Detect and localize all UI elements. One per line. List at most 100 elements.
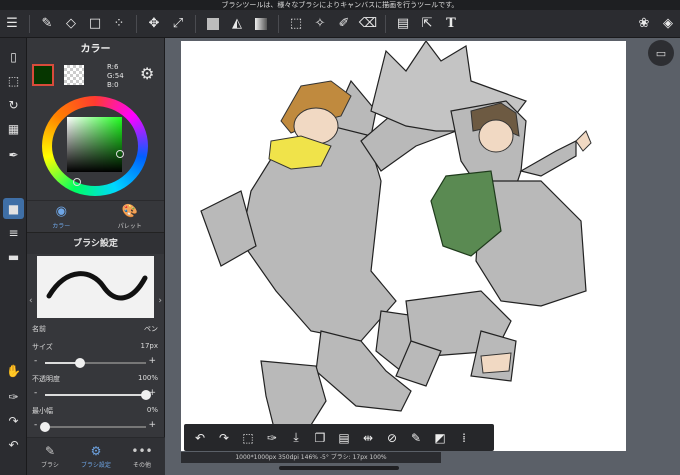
toolbar-divider <box>278 14 279 33</box>
prev-brush-arrow[interactable]: ‹ <box>29 296 33 306</box>
name-value[interactable]: ペン <box>144 324 158 334</box>
rgb-readout: R:6 G:54 B:0 <box>107 63 124 90</box>
saturation-value-square[interactable] <box>67 117 122 172</box>
select-brush-icon[interactable]: ⬚ <box>236 427 260 449</box>
magic-wand-icon[interactable]: ✧ <box>308 12 332 36</box>
copy-icon[interactable]: ❐ <box>308 427 332 449</box>
size-minus[interactable]: - <box>34 356 37 366</box>
tool-hint-bar: ブラシツールは、様々なブラシによりキャンバスに描画を行うツールです。 <box>0 0 680 10</box>
select-tool-icon[interactable]: ⬚ <box>284 12 308 36</box>
eraser-tool-icon[interactable]: ◇ <box>59 12 83 36</box>
select-eraser-icon[interactable]: ⌫ <box>356 12 380 36</box>
select-move-icon[interactable]: ⇱ <box>415 12 439 36</box>
opacity-slider[interactable]: - + <box>27 388 164 402</box>
toolbar-divider <box>385 14 386 33</box>
hand-icon[interactable]: ✋ <box>3 360 24 381</box>
min-width-knob[interactable] <box>40 422 50 432</box>
transform-tool-icon[interactable]: ⤢ <box>166 12 190 36</box>
undo-icon[interactable]: ↶ <box>3 434 24 455</box>
tab-brush[interactable]: ✎ ブラシ <box>27 438 73 475</box>
color-panel-title: カラー <box>80 44 111 55</box>
eyedropper-icon[interactable]: ✑ <box>3 386 24 407</box>
size-value: 17px <box>140 342 159 350</box>
grid-icon[interactable]: ⁞ <box>452 427 476 449</box>
right-buttons: ▭ <box>648 40 674 66</box>
min-width-row: 最小幅 0% <box>27 406 164 420</box>
bottom-toolbar: ↶ ↷ ⬚ ✑ ⤓ ❐ ▤ ⇹ ⊘ ✎ ◩ ⁞ <box>184 424 494 451</box>
undo-button-icon[interactable]: ↶ <box>188 427 212 449</box>
download-icon[interactable]: ⤓ <box>284 427 308 449</box>
status-bar: 1000*1000px 350dpi 146% -5° ブラシ: 17px 10… <box>181 452 441 463</box>
brush-list-icon[interactable]: ≡ <box>3 222 24 243</box>
min-width-minus[interactable]: - <box>34 420 37 430</box>
layers-icon[interactable]: ◈ <box>656 12 680 36</box>
tab-color[interactable]: ◉ カラー <box>27 201 96 232</box>
flip-icon[interactable]: ⇹ <box>356 427 380 449</box>
brush-tool-icon[interactable]: ✎ <box>35 12 59 36</box>
bottom-tabs: ✎ ブラシ ⚙ ブラシ設定 ••• その他 <box>27 437 165 475</box>
next-brush-arrow[interactable]: › <box>158 296 162 306</box>
move-tool-icon[interactable]: ✥ <box>142 12 166 36</box>
opacity-label: 不透明度 <box>32 375 60 383</box>
rotate-lock-icon[interactable]: ⊘ <box>380 427 404 449</box>
b-value: B:0 <box>107 81 119 89</box>
size-slider[interactable]: - + <box>27 356 164 370</box>
top-toolbar: ☰ ✎ ◇ □ ⁘ ✥ ⤢ ◭ ⬚ ✧ ✐ ⌫ ▤ ⇱ T ❀ ◈ <box>0 10 680 38</box>
eyedrop-icon[interactable]: ✑ <box>260 427 284 449</box>
name-label: 名前 <box>32 325 46 333</box>
tab-brush-settings[interactable]: ⚙ ブラシ設定 <box>73 438 119 475</box>
redo-button-icon[interactable]: ↷ <box>212 427 236 449</box>
page-icon[interactable]: ▯ <box>3 46 24 67</box>
rect-tool-icon[interactable]: □ <box>83 12 107 36</box>
color-panel-icon[interactable]: ■ <box>3 198 24 219</box>
materials-icon[interactable]: ❀ <box>632 12 656 36</box>
main-color-swatch[interactable] <box>32 64 54 86</box>
size-knob[interactable] <box>75 358 86 368</box>
layer-icon[interactable]: ▬ <box>3 246 24 267</box>
artwork <box>200 41 592 442</box>
size-label: サイズ <box>32 343 53 351</box>
gradient-tool-icon[interactable] <box>249 12 273 36</box>
left-rail: ▯ ⬚ ↻ ▦ ✒ ■ ≡ ▬ ✋ ✑ ↷ ↶ <box>0 38 27 475</box>
home-indicator <box>279 466 399 470</box>
selection-icon[interactable]: ⬚ <box>3 70 24 91</box>
opacity-minus[interactable]: - <box>34 388 37 398</box>
tab-palette[interactable]: 🎨 パレット <box>96 201 165 232</box>
brush-settings-title: ブラシ設定 <box>27 232 164 254</box>
gear-icon[interactable]: ⚙ <box>140 64 154 83</box>
select-pen-icon[interactable]: ✐ <box>332 12 356 36</box>
min-width-slider[interactable]: - + <box>27 420 164 434</box>
menu-icon[interactable]: ☰ <box>0 12 24 36</box>
brush-icon: ✎ <box>44 444 56 458</box>
dot-tool-icon[interactable]: ⁘ <box>107 12 131 36</box>
r-value: R:6 <box>107 63 119 71</box>
side-panel: カラー R:6 G:54 B:0 ⚙ ◉ カラー 🎨 パレット ブラシ設定 ‹ … <box>27 38 165 475</box>
opacity-plus[interactable]: + <box>148 388 156 398</box>
min-width-label: 最小幅 <box>32 407 53 415</box>
frame-divide-icon[interactable]: ▤ <box>391 12 415 36</box>
rotate-icon[interactable]: ↻ <box>3 94 24 115</box>
resize-icon[interactable]: ◩ <box>428 427 452 449</box>
bucket-tool-icon[interactable]: ◭ <box>225 12 249 36</box>
size-plus[interactable]: + <box>148 356 156 366</box>
hue-marker[interactable] <box>73 178 81 186</box>
pen-icon[interactable]: ✒ <box>3 144 24 165</box>
fill-swatch-icon[interactable] <box>201 12 225 36</box>
ruler-icon[interactable]: ▦ <box>3 118 24 139</box>
navigator-icon[interactable]: ▭ <box>648 40 674 66</box>
color-wheel[interactable] <box>27 94 164 200</box>
more-icon: ••• <box>131 444 153 458</box>
tab-other[interactable]: ••• その他 <box>119 438 165 475</box>
paste-icon[interactable]: ▤ <box>332 427 356 449</box>
text-tool-icon[interactable]: T <box>439 12 463 36</box>
color-row: R:6 G:54 B:0 ⚙ <box>27 62 164 94</box>
drawing-canvas[interactable] <box>181 41 626 451</box>
edit-icon[interactable]: ✎ <box>404 427 428 449</box>
toolbar-divider <box>29 14 30 33</box>
redo-icon[interactable]: ↷ <box>3 410 24 431</box>
sub-color-swatch[interactable] <box>64 65 84 85</box>
stroke-preview <box>37 256 154 318</box>
name-row: 名前 ペン <box>27 324 164 338</box>
min-width-plus[interactable]: + <box>148 420 156 430</box>
sv-marker[interactable] <box>116 150 124 158</box>
